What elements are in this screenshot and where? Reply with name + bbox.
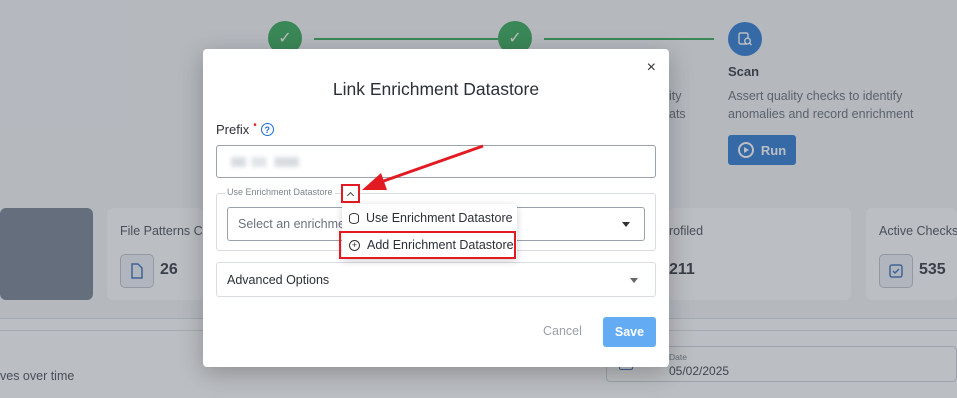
annotation-arrow	[362, 144, 484, 190]
